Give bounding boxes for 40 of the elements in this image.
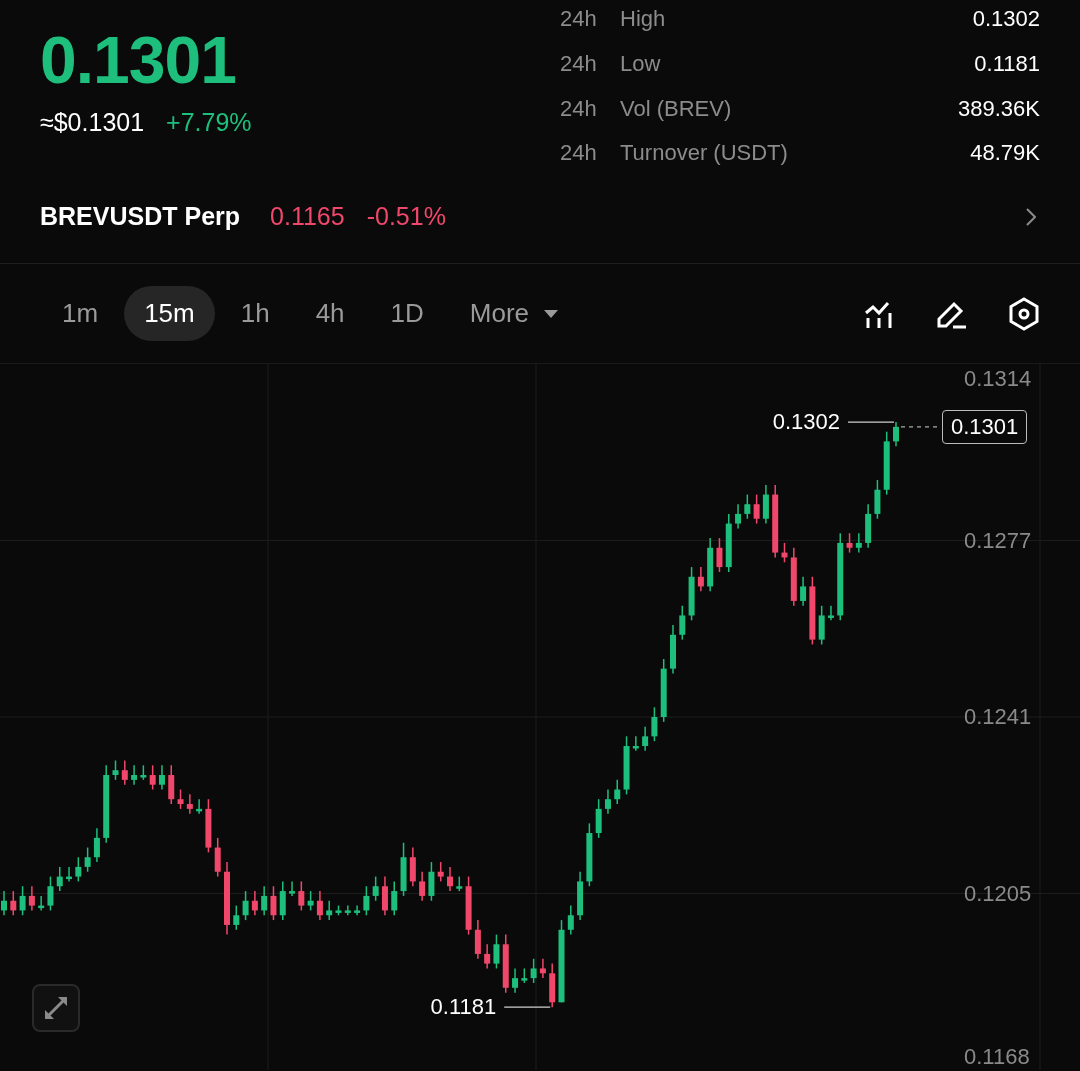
usd-price: ≈$0.1301 [40, 108, 145, 137]
stat-period: 24h [560, 139, 598, 168]
axis-label: 0.1168 [964, 1044, 1030, 1070]
leader-line [503, 1006, 551, 1008]
more-dropdown[interactable]: More [449, 286, 580, 341]
stat-label: Vol (BREV) [620, 94, 733, 123]
low-price-label: 0.1181 [430, 994, 497, 1021]
interval-tab[interactable]: 15m [124, 286, 215, 341]
perp-change: -0.51% [366, 202, 446, 231]
stat-value: 48.79K [969, 139, 1040, 168]
perp-row[interactable]: BREVUSDT Perp 0.1165 -0.51% [0, 170, 1080, 264]
stat-value: 0.1302 [971, 5, 1040, 33]
high-price-label: 0.1302 [772, 409, 840, 435]
stat-value: 0.1181 [973, 49, 1040, 78]
stat-period: 24h [560, 49, 598, 78]
interval-tab[interactable]: 1D [370, 286, 444, 341]
settings-icon[interactable] [1008, 296, 1040, 331]
last-price: 0.1301 [40, 26, 237, 94]
stat-period: 24h [560, 94, 598, 123]
stat-label: Turnover (USDT) [620, 139, 789, 168]
last-price-tag: 0.1301 [942, 409, 1028, 444]
axis-label: 0.1205 [964, 880, 1032, 907]
fullscreen-button[interactable] [32, 984, 80, 1032]
axis-label: 0.1277 [964, 527, 1032, 554]
stat-label: High [620, 5, 667, 33]
interval-tab[interactable]: 1h [220, 286, 290, 341]
expand-icon [43, 995, 69, 1021]
stat-period: 24h [560, 5, 598, 33]
interval-tab[interactable]: 1m [42, 286, 119, 341]
interval-tab[interactable]: 4h [295, 286, 365, 341]
perp-price: 0.1165 [270, 202, 345, 231]
leader-line [847, 421, 895, 423]
price-change: +7.79% [166, 108, 252, 137]
axis-label: 0.1241 [964, 704, 1032, 730]
stat-label: Low [620, 49, 662, 78]
axis-label: 0.1314 [964, 366, 1032, 392]
caret-icon [543, 308, 560, 319]
perp-name: BREVUSDT Perp [40, 202, 241, 231]
chevron-right-icon [1026, 207, 1036, 226]
stat-value: 389.36K [957, 94, 1040, 123]
